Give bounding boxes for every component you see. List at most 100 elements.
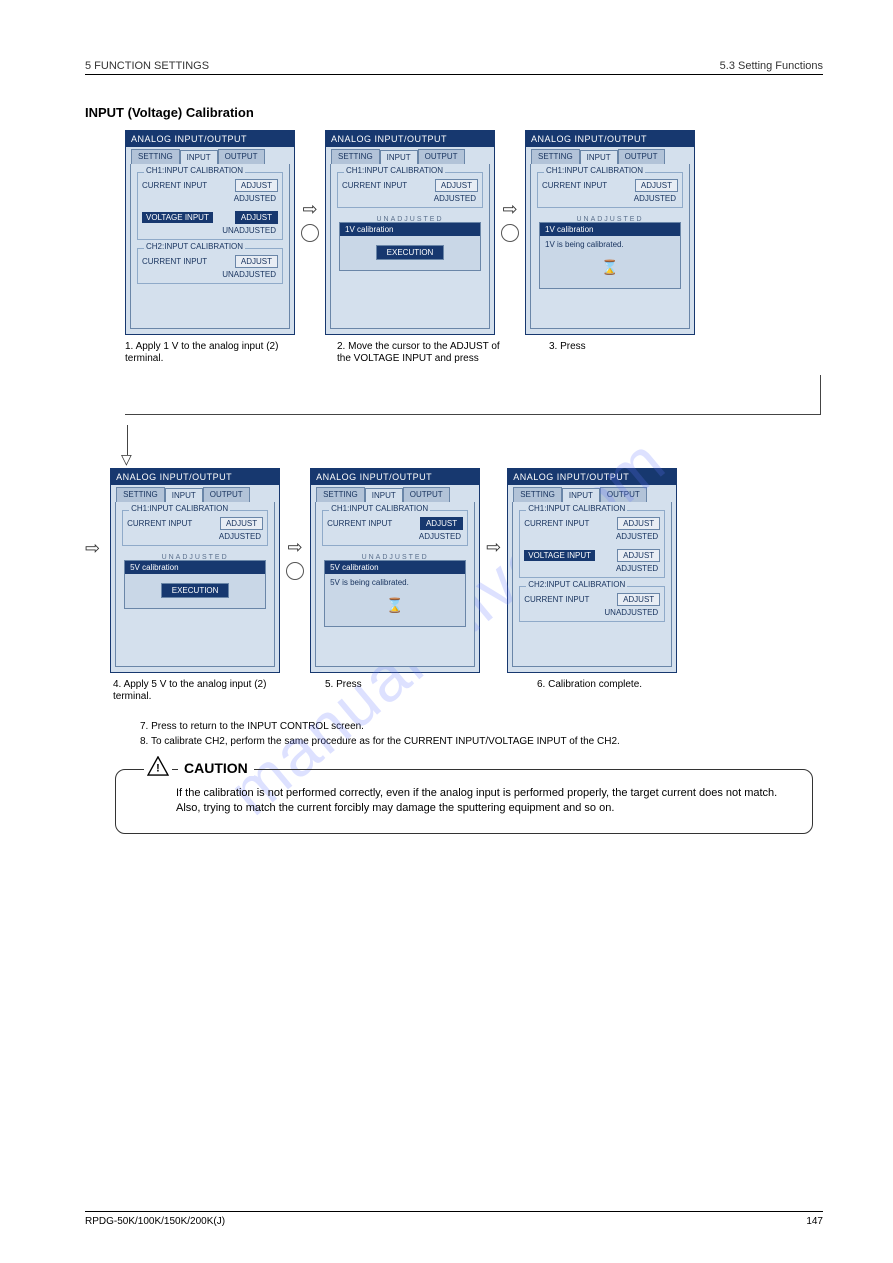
warning-icon: ! [144, 756, 172, 779]
step-5-text: 5. Press [325, 679, 495, 691]
popup-title: 5V calibration [130, 563, 178, 572]
flow-connector [125, 375, 823, 415]
caution-title: CAUTION [178, 760, 254, 776]
tab-output[interactable]: OUTPUT [218, 149, 265, 164]
status-adjusted: ADJUSTED [524, 564, 660, 573]
step-circle-icon [301, 224, 319, 242]
popup-5v: 5V calibration EXECUTION [124, 560, 266, 609]
tab-setting[interactable]: SETTING [131, 149, 180, 164]
screen-3: ANALOG INPUT/OUTPUT SETTING INPUT OUTPUT… [525, 130, 695, 335]
status-adjusted: ADJUSTED [342, 194, 478, 203]
tab-setting[interactable]: SETTING [331, 149, 380, 164]
step-2-text: 2. Move the cursor to the ADJUST of the … [337, 341, 507, 365]
status-adjusted: ADJUSTED [127, 532, 263, 541]
status-adjusted: ADJUSTED [142, 194, 278, 203]
label-current: CURRENT INPUT [524, 595, 589, 604]
popup-title: 1V calibration [545, 225, 593, 234]
tab-input[interactable]: INPUT [562, 488, 600, 503]
step-7-text: 7. Press to return to the INPUT CONTROL … [140, 721, 823, 732]
step-6-text: 6. Calibration complete. [537, 679, 707, 691]
popup-message: 1V is being calibrated. [540, 236, 680, 259]
hourglass-icon: ⌛ [386, 597, 403, 613]
screen-5: ANALOG INPUT/OUTPUT SETTING INPUT OUTPUT… [310, 468, 480, 673]
screen-4: ANALOG INPUT/OUTPUT SETTING INPUT OUTPUT… [110, 468, 280, 673]
header-rule [85, 74, 823, 75]
adjust-button[interactable]: ADJUST [617, 549, 660, 562]
caution-text: If the calibration is not performed corr… [176, 786, 792, 817]
status-adjusted: ADJUSTED [524, 532, 660, 541]
label-current: CURRENT INPUT [524, 519, 589, 528]
status-unadjusted: UNADJUSTED [524, 608, 660, 617]
caution-box: ! CAUTION If the calibration is not perf… [115, 769, 813, 834]
svg-text:!: ! [156, 762, 160, 774]
status-unadjusted: UNADJUSTED [142, 226, 278, 235]
tab-output[interactable]: OUTPUT [203, 487, 250, 502]
header-section: 5.3 Setting Functions [720, 60, 823, 72]
window-title: ANALOG INPUT/OUTPUT [508, 469, 676, 485]
label-current: CURRENT INPUT [142, 257, 207, 266]
status-adjusted: ADJUSTED [327, 532, 463, 541]
tab-output[interactable]: OUTPUT [618, 149, 665, 164]
screen-2: ANALOG INPUT/OUTPUT SETTING INPUT OUTPUT… [325, 130, 495, 335]
step-1-text: 1. Apply 1 V to the analog input (2) ter… [125, 341, 295, 365]
screen-1: ANALOG INPUT/OUTPUT SETTING INPUT OUTPUT… [125, 130, 295, 335]
label-voltage-selected: VOLTAGE INPUT [142, 212, 213, 223]
group-ch1: CH1:INPUT CALIBRATION [129, 504, 230, 513]
group-ch2: CH2:INPUT CALIBRATION [526, 580, 627, 589]
tab-setting[interactable]: SETTING [531, 149, 580, 164]
group-ch1: CH1:INPUT CALIBRATION [329, 504, 430, 513]
arrow-right-icon: ⇨ [486, 538, 501, 556]
window-title: ANALOG INPUT/OUTPUT [326, 131, 494, 147]
tab-output[interactable]: OUTPUT [418, 149, 465, 164]
tab-setting[interactable]: SETTING [316, 487, 365, 502]
window-title: ANALOG INPUT/OUTPUT [126, 131, 294, 147]
adjust-button[interactable]: ADJUST [435, 179, 478, 192]
popup-title: 1V calibration [345, 225, 393, 234]
group-ch1: CH1:INPUT CALIBRATION [344, 166, 445, 175]
window-title: ANALOG INPUT/OUTPUT [311, 469, 479, 485]
window-title: ANALOG INPUT/OUTPUT [111, 469, 279, 485]
tab-input[interactable]: INPUT [165, 488, 203, 503]
label-current: CURRENT INPUT [342, 181, 407, 190]
popup-1v: 1V calibration EXECUTION [339, 222, 481, 271]
adjust-button[interactable]: ADJUST [220, 517, 263, 530]
tab-input[interactable]: INPUT [365, 488, 403, 503]
step-3-text: 3. Press [549, 341, 719, 353]
adjust-button-selected[interactable]: ADJUST [235, 211, 278, 224]
group-ch1: CH1:INPUT CALIBRATION [544, 166, 645, 175]
status-unadjusted: UNADJUSTED [142, 270, 278, 279]
tab-input[interactable]: INPUT [580, 150, 618, 165]
tab-setting[interactable]: SETTING [116, 487, 165, 502]
arrow-right-icon: ⇨ [302, 200, 317, 218]
tab-output[interactable]: OUTPUT [403, 487, 450, 502]
window-title: ANALOG INPUT/OUTPUT [526, 131, 694, 147]
adjust-button[interactable]: ADJUST [617, 593, 660, 606]
execution-button[interactable]: EXECUTION [376, 245, 445, 260]
arrow-right-icon: ⇨ [288, 538, 303, 556]
hourglass-icon: ⌛ [601, 259, 618, 275]
popup-1v-running: 1V calibration 1V is being calibrated. ⌛ [539, 222, 681, 289]
group-ch2: CH2:INPUT CALIBRATION [144, 242, 245, 251]
label-voltage-selected: VOLTAGE INPUT [524, 550, 595, 561]
tab-input[interactable]: INPUT [380, 150, 418, 165]
popup-title: 5V calibration [330, 563, 378, 572]
adjust-button-selected[interactable]: ADJUST [420, 517, 463, 530]
adjust-button[interactable]: ADJUST [235, 179, 278, 192]
status-adjusted: ADJUSTED [542, 194, 678, 203]
footer-model: RPDG-50K/100K/150K/200K(J) [85, 1216, 225, 1227]
tab-output[interactable]: OUTPUT [600, 487, 647, 502]
tab-input[interactable]: INPUT [180, 150, 218, 165]
adjust-button[interactable]: ADJUST [235, 255, 278, 268]
execution-button[interactable]: EXECUTION [161, 583, 230, 598]
group-ch1: CH1:INPUT CALIBRATION [144, 166, 245, 175]
screen-6: ANALOG INPUT/OUTPUT SETTING INPUT OUTPUT… [507, 468, 677, 673]
adjust-button[interactable]: ADJUST [617, 517, 660, 530]
adjust-button[interactable]: ADJUST [635, 179, 678, 192]
popup-message: 5V is being calibrated. [325, 574, 465, 597]
step-circle-icon [501, 224, 519, 242]
arrow-right-icon: ⇨ [85, 538, 100, 559]
arrow-down-icon: ▽ [121, 451, 823, 468]
footer-page: 147 [806, 1216, 823, 1227]
group-ch1: CH1:INPUT CALIBRATION [526, 504, 627, 513]
tab-setting[interactable]: SETTING [513, 487, 562, 502]
